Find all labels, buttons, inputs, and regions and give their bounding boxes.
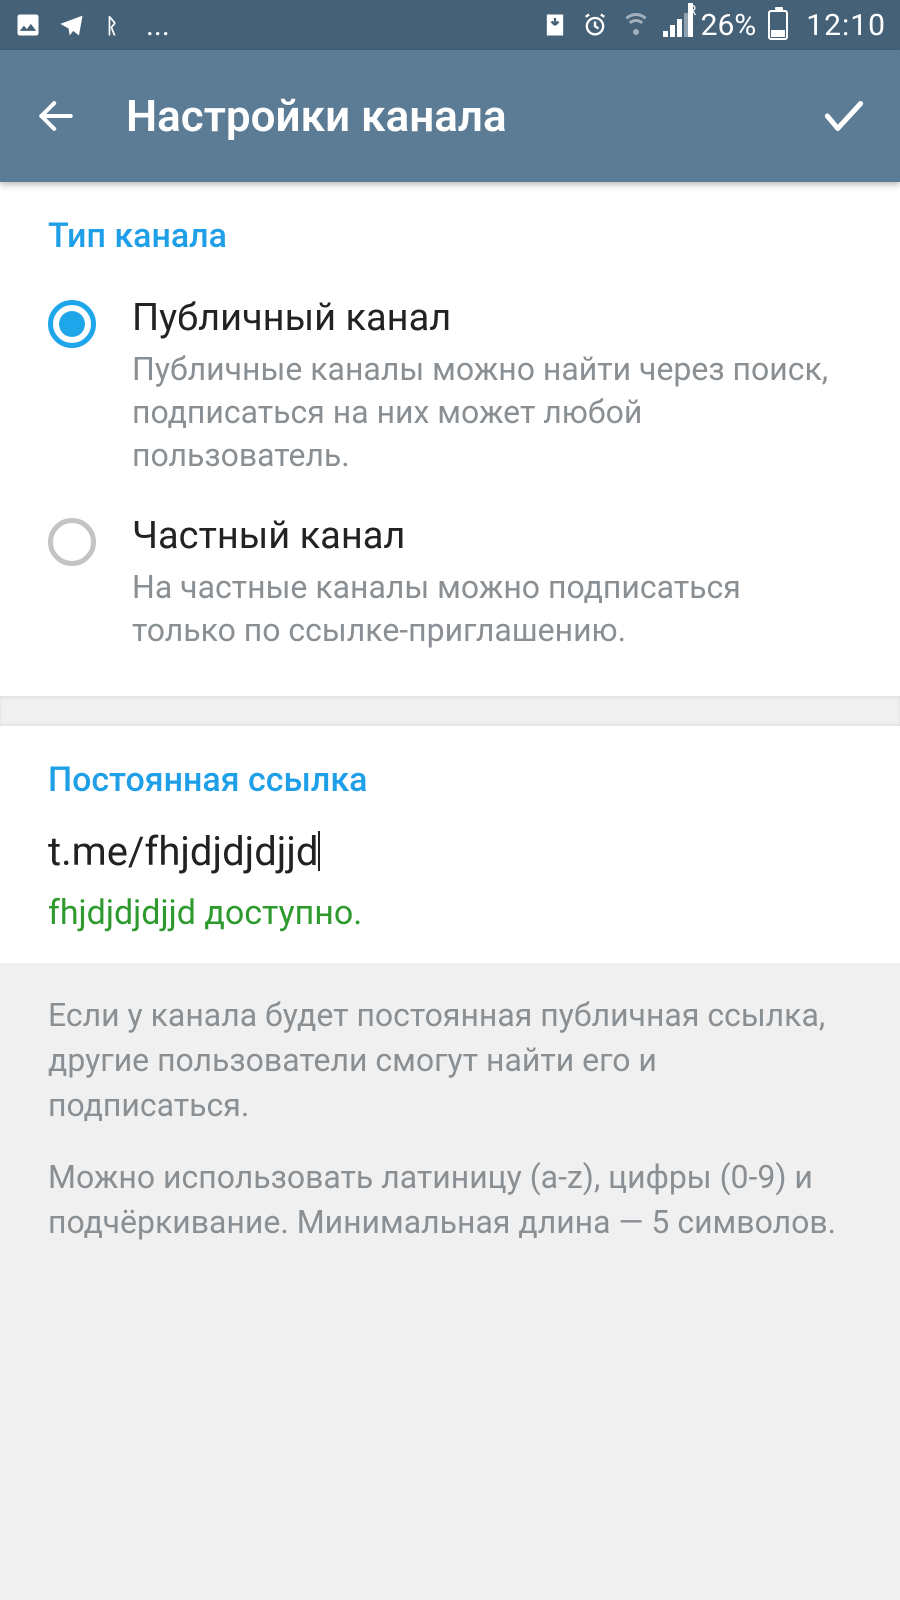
arrow-left-icon — [34, 94, 78, 138]
radio-icon-unchecked — [48, 518, 96, 566]
section-heading-link: Постоянная ссылка — [48, 760, 852, 800]
radio-option-public[interactable]: Публичный канал Публичные каналы можно н… — [48, 284, 852, 502]
radio-label-public: Публичный канал — [132, 296, 852, 340]
section-heading-type: Тип канала — [48, 216, 852, 256]
confirm-button[interactable] — [818, 91, 870, 141]
info-paragraph-1: Если у канала будет постоянная публичная… — [48, 993, 852, 1127]
battery-icon — [768, 10, 788, 40]
check-icon — [819, 91, 869, 141]
text-cursor — [318, 831, 320, 871]
info-paragraph-2: Можно использовать латиницу (a-z), цифры… — [48, 1155, 852, 1245]
wifi-icon — [621, 13, 651, 37]
link-input[interactable]: t.me/fhjdjdjdjjd — [48, 828, 320, 875]
status-right: R 26% 12:10 — [541, 8, 886, 43]
status-left: ᚱ ... — [14, 8, 170, 43]
alarm-icon — [581, 11, 609, 39]
page-title: Настройки канала — [126, 90, 818, 142]
radio-option-private[interactable]: Частный канал На частные каналы можно по… — [48, 502, 852, 676]
status-bar: ᚱ ... R 26% 12:10 — [0, 0, 900, 50]
section-channel-type: Тип канала Публичный канал Публичные кан… — [0, 182, 900, 696]
back-button[interactable] — [30, 94, 82, 138]
radio-icon-checked — [48, 300, 96, 348]
image-icon — [14, 11, 42, 39]
signal-icon: R — [663, 13, 689, 37]
status-time: 12:10 — [806, 8, 886, 43]
link-input-value: t.me/fhjdjdjdjjd — [48, 828, 318, 875]
section-divider — [0, 696, 900, 726]
radio-label-private: Частный канал — [132, 514, 852, 558]
status-more: ... — [146, 8, 170, 43]
section-permalink: Постоянная ссылка t.me/fhjdjdjdjjd fhjdj… — [0, 726, 900, 963]
info-block: Если у канала будет постоянная публичная… — [0, 963, 900, 1305]
telegram-icon — [58, 11, 86, 39]
battery-percent: 26% — [701, 8, 757, 43]
link-availability-status: fhjdjdjdjjd доступно. — [48, 893, 852, 933]
app-r-icon: ᚱ — [102, 11, 130, 39]
app-bar: Настройки канала — [0, 50, 900, 182]
svg-text:ᚱ: ᚱ — [106, 15, 119, 39]
radio-desc-private: На частные каналы можно подписаться толь… — [132, 566, 852, 652]
download-badge-icon — [541, 11, 569, 39]
radio-desc-public: Публичные каналы можно найти через поиск… — [132, 348, 852, 478]
